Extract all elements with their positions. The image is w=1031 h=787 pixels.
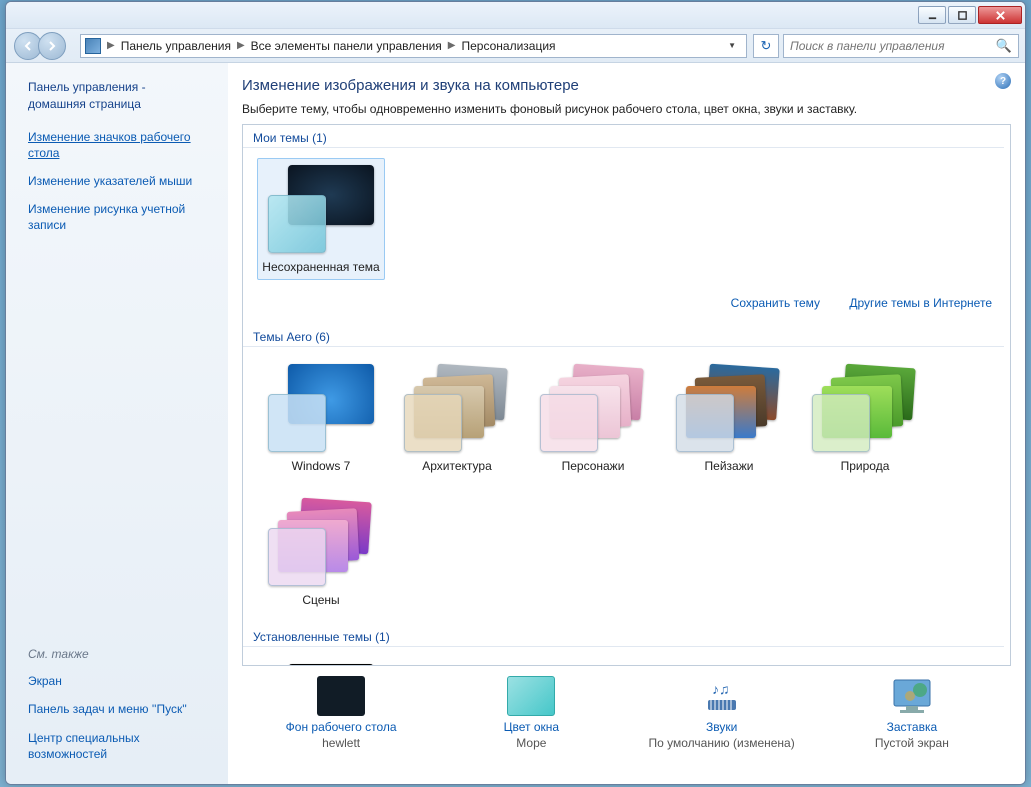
see-also-taskbar[interactable]: Панель задач и меню ''Пуск'': [28, 701, 216, 717]
search-icon[interactable]: 🔍: [996, 38, 1012, 54]
color-icon: [507, 676, 555, 716]
side-link-desktop-icons[interactable]: Изменение значков рабочего стола: [28, 129, 216, 161]
theme-scenes[interactable]: Сцены: [257, 491, 385, 613]
chevron-right-icon[interactable]: ▶: [446, 40, 458, 51]
main-pane: ? Изменение изображения и звука на компь…: [228, 63, 1025, 784]
wallpaper-icon: [317, 676, 365, 716]
control-panel-icon: [85, 38, 101, 54]
screensaver-button[interactable]: Заставка Пустой экран: [824, 676, 1000, 750]
titlebar: [6, 2, 1025, 29]
group-aero-themes: Темы Aero (6): [243, 324, 1004, 347]
maximize-button[interactable]: [948, 6, 976, 24]
breadcrumb-p1[interactable]: Все элементы панели управления: [247, 37, 446, 55]
breadcrumb-p2[interactable]: Персонализация: [457, 37, 559, 55]
see-also-display[interactable]: Экран: [28, 673, 216, 689]
theme-unsaved[interactable]: Несохраненная тема: [257, 158, 385, 280]
sounds-button[interactable]: ♪♫ Звуки По умолчанию (изменена): [634, 676, 810, 750]
help-icon[interactable]: ?: [995, 73, 1011, 89]
theme-windows7[interactable]: Windows 7: [257, 357, 385, 479]
sidebar: Панель управления - домашняя страница Из…: [6, 63, 228, 784]
more-themes-link[interactable]: Другие темы в Интернете: [849, 296, 992, 310]
see-also-ease[interactable]: Центр специальных возможностей: [28, 730, 216, 762]
window-color-button[interactable]: Цвет окна Море: [443, 676, 619, 750]
group-my-themes: Мои темы (1): [243, 125, 1004, 148]
see-also: См. также Экран Панель задач и меню ''Пу…: [28, 631, 216, 774]
address-bar[interactable]: ▶ Панель управления ▶ Все элементы панел…: [80, 34, 747, 58]
nav-bar: ▶ Панель управления ▶ Все элементы панел…: [6, 29, 1025, 63]
bottom-settings: Фон рабочего стола hewlett Цвет окна Мор…: [242, 666, 1011, 756]
svg-text:♪♫: ♪♫: [712, 681, 730, 697]
desktop-background-button[interactable]: Фон рабочего стола hewlett: [253, 676, 429, 750]
breadcrumb-p0[interactable]: Панель управления: [117, 37, 235, 55]
side-link-mouse-pointers[interactable]: Изменение указателей мыши: [28, 173, 216, 189]
cp-home-link[interactable]: Панель управления - домашняя страница: [28, 79, 216, 113]
theme-actions: Сохранить тему Другие темы в Интернете: [243, 292, 1010, 324]
minimize-button[interactable]: [918, 6, 946, 24]
see-also-header: См. также: [28, 647, 216, 661]
side-link-account-picture[interactable]: Изменение рисунка учетной записи: [28, 201, 216, 233]
window: ▶ Панель управления ▶ Все элементы панел…: [5, 1, 1026, 785]
page-title: Изменение изображения и звука на компьют…: [242, 77, 1011, 94]
chevron-right-icon[interactable]: ▶: [105, 40, 117, 51]
theme-landscapes[interactable]: Пейзажи: [665, 357, 793, 479]
forward-button[interactable]: [38, 32, 66, 60]
sounds-icon: ♪♫: [698, 676, 746, 716]
address-dropdown-icon[interactable]: ▼: [722, 41, 742, 50]
screensaver-icon: [888, 676, 936, 716]
theme-characters[interactable]: Персонажи: [529, 357, 657, 479]
page-subtitle: Выберите тему, чтобы одновременно измени…: [242, 102, 1011, 116]
close-button[interactable]: [978, 6, 1022, 24]
theme-architecture[interactable]: Архитектура: [393, 357, 521, 479]
save-theme-link[interactable]: Сохранить тему: [731, 296, 820, 310]
chevron-right-icon[interactable]: ▶: [235, 40, 247, 51]
theme-nature[interactable]: Природа: [801, 357, 929, 479]
refresh-button[interactable]: ↻: [753, 34, 779, 58]
themes-list[interactable]: Мои темы (1) Несохраненная тема Сохранит…: [242, 124, 1011, 666]
search-input[interactable]: [790, 39, 996, 53]
search-box[interactable]: 🔍: [783, 34, 1019, 58]
theme-installed-1[interactable]: [257, 657, 385, 666]
group-installed-themes: Установленные темы (1): [243, 624, 1004, 647]
